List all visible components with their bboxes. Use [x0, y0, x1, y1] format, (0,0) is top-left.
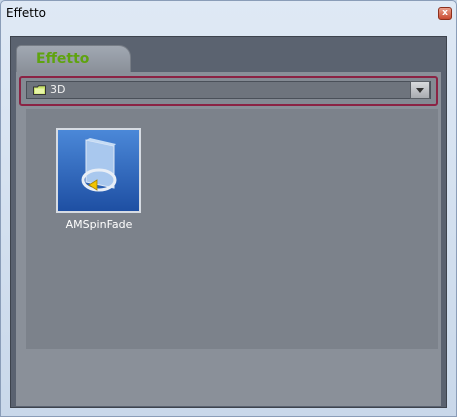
effect-item-amspinfade[interactable]: AMSpinFade — [46, 128, 146, 238]
folder-icon — [33, 85, 46, 95]
tab-label: Effetto — [36, 51, 90, 67]
category-dropdown[interactable]: 3D — [26, 81, 431, 99]
close-button[interactable]: x — [438, 7, 452, 20]
effects-panel: 3D AMSpinFade — [16, 72, 441, 406]
tab-effetto[interactable]: Effetto — [16, 45, 131, 73]
title-bar[interactable]: Effetto x — [1, 1, 456, 27]
category-selector-highlight: 3D — [19, 76, 438, 106]
chevron-down-icon[interactable] — [410, 81, 430, 99]
effect-window: Effetto x Effetto 3D AMSpinFade — [0, 0, 457, 417]
close-icon: x — [442, 8, 448, 18]
effect-label: AMSpinFade — [65, 218, 133, 231]
window-title: Effetto — [6, 6, 46, 20]
spin-fade-icon — [81, 138, 117, 192]
tab-strip: Effetto — [11, 37, 446, 73]
effect-thumbnail[interactable] — [56, 128, 141, 213]
content-area: Effetto 3D AMSpinFade — [10, 36, 447, 408]
category-value: 3D — [50, 83, 66, 96]
